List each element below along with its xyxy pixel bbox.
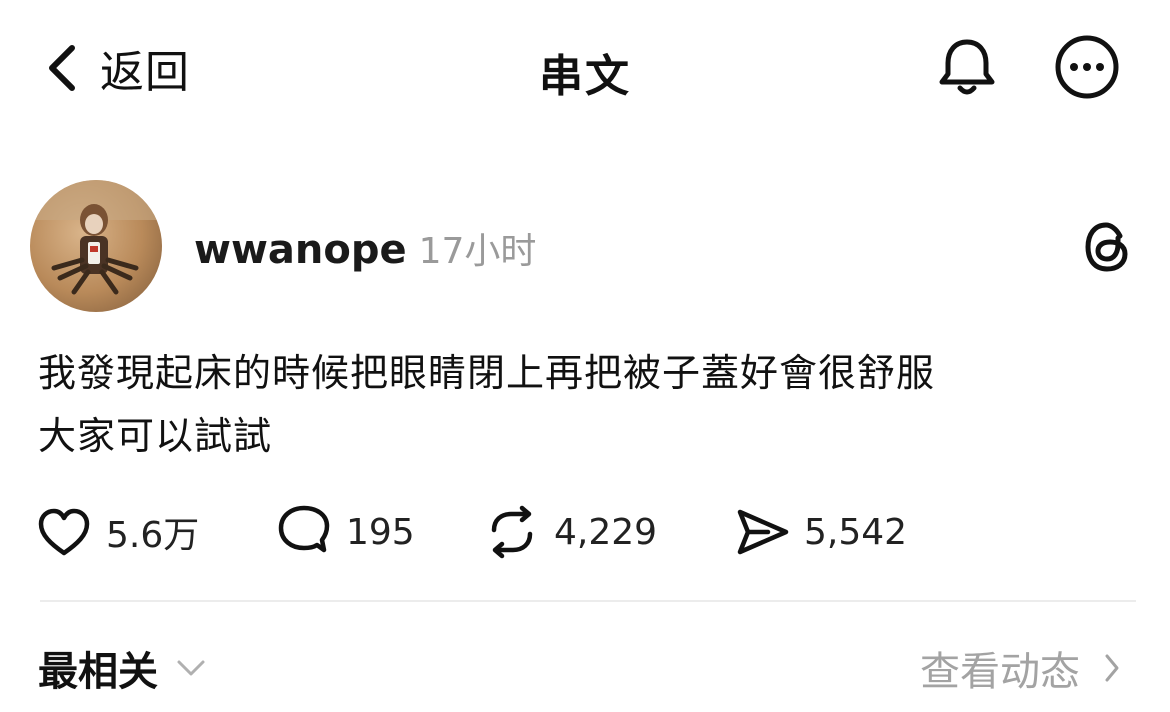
- bell-icon[interactable]: [934, 34, 1000, 100]
- post-time: 17小时: [418, 231, 537, 272]
- share-button[interactable]: 5,542: [734, 502, 907, 562]
- avatar-image: [30, 180, 162, 312]
- activity-label: 查看动态: [920, 649, 1080, 695]
- post-text-line: 大家可以試試: [38, 414, 273, 458]
- repost-button[interactable]: 4,229: [484, 502, 657, 562]
- post-body: 我發現起床的時候把眼睛閉上再把被子蓋好會很舒服 大家可以試試: [38, 342, 1138, 468]
- avatar[interactable]: [30, 180, 162, 312]
- sort-label: 最相关: [38, 649, 158, 695]
- comment-count: 195: [346, 511, 415, 553]
- author-meta: wwanope 17小时: [194, 222, 537, 273]
- send-icon: [737, 509, 789, 555]
- share-count: 5,542: [804, 511, 908, 553]
- more-icon[interactable]: [1054, 34, 1120, 100]
- view-activity-link[interactable]: 查看动态: [920, 640, 1120, 696]
- comment-button[interactable]: 195: [276, 502, 415, 562]
- username[interactable]: wwanope: [194, 227, 407, 273]
- repost-icon: [491, 505, 533, 559]
- sort-dropdown[interactable]: 最相关: [38, 640, 206, 696]
- repost-count: 4,229: [554, 511, 658, 553]
- threads-logo-icon[interactable]: [1080, 218, 1134, 276]
- post-text-line: 我發現起床的時候把眼睛閉上再把被子蓋好會很舒服: [38, 351, 936, 395]
- chevron-right-icon: [1105, 654, 1119, 682]
- heart-icon: [38, 508, 90, 556]
- like-button[interactable]: 5.6万: [36, 502, 199, 562]
- divider: [40, 600, 1136, 602]
- comment-icon: [278, 505, 330, 553]
- like-count: 5.6万: [106, 515, 200, 556]
- chevron-down-icon: [177, 660, 205, 676]
